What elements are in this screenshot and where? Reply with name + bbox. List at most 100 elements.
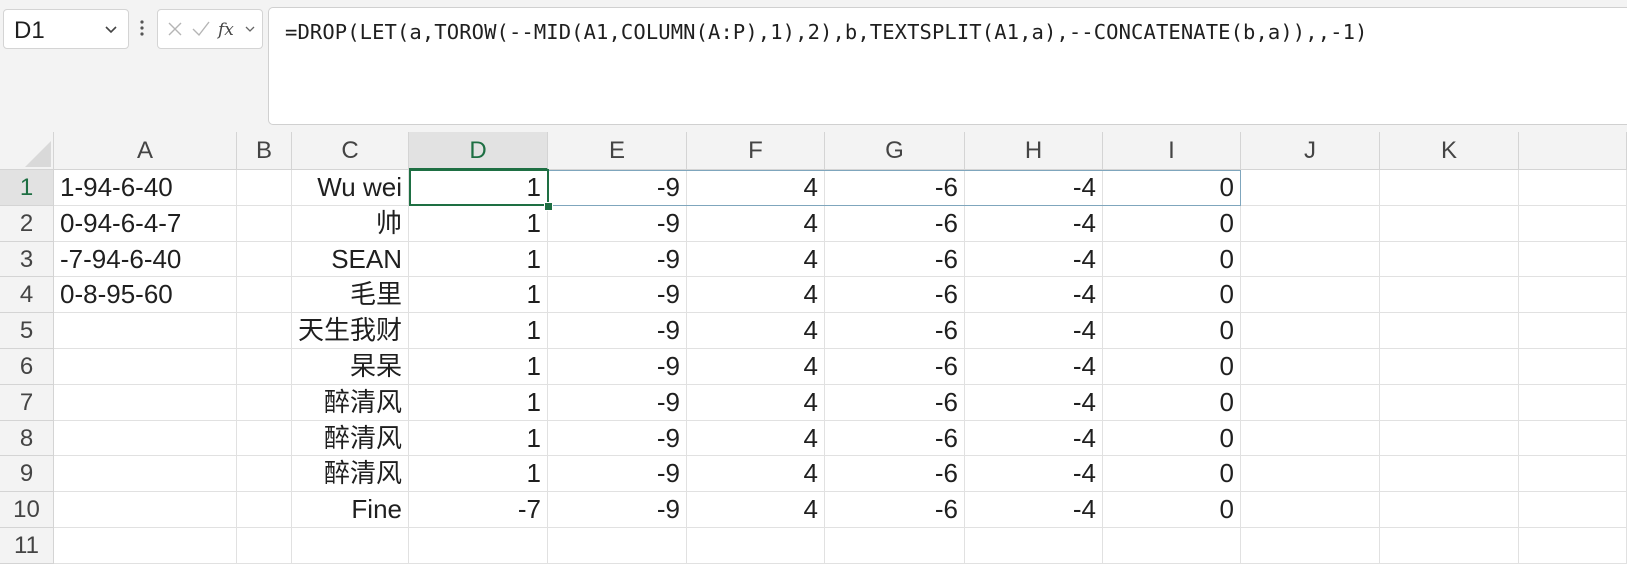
formula-input[interactable]: =DROP(LET(a,TOROW(--MID(A1,COLUMN(A:P),1… xyxy=(268,7,1627,125)
cell-c11[interactable] xyxy=(292,528,409,564)
cell-d2[interactable]: 1 xyxy=(409,205,548,242)
cell-b7[interactable] xyxy=(237,384,292,421)
column-header-a[interactable]: A xyxy=(54,132,237,170)
cell-h8[interactable]: -4 xyxy=(965,420,1103,457)
cell-f3[interactable]: 4 xyxy=(687,241,825,278)
cell-h10[interactable]: -4 xyxy=(965,492,1103,528)
cell-c10[interactable]: Fine xyxy=(292,492,409,528)
column-header-i[interactable]: I xyxy=(1103,132,1241,170)
cell-f5[interactable]: 4 xyxy=(687,313,825,349)
cell-filler[interactable] xyxy=(1519,313,1627,349)
cell-c8[interactable]: 醉清风 xyxy=(292,420,409,457)
cell-g5[interactable]: -6 xyxy=(825,313,965,349)
fill-handle[interactable] xyxy=(544,201,553,211)
cell-j5[interactable] xyxy=(1241,313,1380,349)
cell-f10[interactable]: 4 xyxy=(687,492,825,528)
cell-h1[interactable]: -4 xyxy=(965,170,1103,206)
row-header-11[interactable]: 11 xyxy=(0,528,54,564)
cell-filler[interactable] xyxy=(1519,492,1627,528)
cell-h11[interactable] xyxy=(965,528,1103,564)
cell-a9[interactable] xyxy=(54,456,237,493)
cell-a7[interactable] xyxy=(54,384,237,421)
cell-a10[interactable] xyxy=(54,492,237,528)
close-icon[interactable] xyxy=(164,18,186,40)
cell-e5[interactable]: -9 xyxy=(548,313,687,349)
column-header-e[interactable]: E xyxy=(548,132,687,170)
cell-c2[interactable]: 帅 xyxy=(292,205,409,242)
cell-filler[interactable] xyxy=(1519,170,1627,206)
cell-j9[interactable] xyxy=(1241,456,1380,493)
cell-filler[interactable] xyxy=(1519,349,1627,385)
cell-b1[interactable] xyxy=(237,170,292,206)
cell-c3[interactable]: SEAN xyxy=(292,241,409,278)
row-header-2[interactable]: 2 xyxy=(0,205,54,242)
column-header-g[interactable]: G xyxy=(825,132,965,170)
cell-f11[interactable] xyxy=(687,528,825,564)
cell-g4[interactable]: -6 xyxy=(825,277,965,314)
cell-filler[interactable] xyxy=(1519,205,1627,242)
cell-d8[interactable]: 1 xyxy=(409,420,548,457)
cell-d1[interactable]: 1 xyxy=(409,170,548,206)
cell-e4[interactable]: -9 xyxy=(548,277,687,314)
cell-h3[interactable]: -4 xyxy=(965,241,1103,278)
cell-g9[interactable]: -6 xyxy=(825,456,965,493)
cell-a2[interactable]: 0-94-6-4-7 xyxy=(54,205,237,242)
cell-i10[interactable]: 0 xyxy=(1103,492,1241,528)
vertical-dots-icon[interactable] xyxy=(138,14,146,42)
cell-filler[interactable] xyxy=(1519,420,1627,457)
row-header-3[interactable]: 3 xyxy=(0,241,54,278)
check-icon[interactable] xyxy=(190,18,212,40)
cell-e6[interactable]: -9 xyxy=(548,349,687,385)
cell-e2[interactable]: -9 xyxy=(548,205,687,242)
row-header-5[interactable]: 5 xyxy=(0,313,54,349)
cell-c4[interactable]: 毛里 xyxy=(292,277,409,314)
row-header-9[interactable]: 9 xyxy=(0,456,54,493)
cell-b5[interactable] xyxy=(237,313,292,349)
cell-c9[interactable]: 醉清风 xyxy=(292,456,409,493)
cell-a5[interactable] xyxy=(54,313,237,349)
cell-j8[interactable] xyxy=(1241,420,1380,457)
cell-f9[interactable]: 4 xyxy=(687,456,825,493)
select-all-button[interactable] xyxy=(0,132,54,170)
column-header-d[interactable]: D xyxy=(409,132,548,170)
cell-a8[interactable] xyxy=(54,420,237,457)
cell-i7[interactable]: 0 xyxy=(1103,384,1241,421)
row-header-6[interactable]: 6 xyxy=(0,349,54,385)
cell-a4[interactable]: 0-8-95-60 xyxy=(54,277,237,314)
row-header-7[interactable]: 7 xyxy=(0,384,54,421)
cell-h2[interactable]: -4 xyxy=(965,205,1103,242)
cell-a1[interactable]: 1-94-6-40 xyxy=(54,170,237,206)
cell-j4[interactable] xyxy=(1241,277,1380,314)
cell-i2[interactable]: 0 xyxy=(1103,205,1241,242)
cell-filler[interactable] xyxy=(1519,456,1627,493)
cell-d5[interactable]: 1 xyxy=(409,313,548,349)
cell-d3[interactable]: 1 xyxy=(409,241,548,278)
cell-f2[interactable]: 4 xyxy=(687,205,825,242)
cell-f1[interactable]: 4 xyxy=(687,170,825,206)
cell-i9[interactable]: 0 xyxy=(1103,456,1241,493)
cell-h9[interactable]: -4 xyxy=(965,456,1103,493)
row-header-10[interactable]: 10 xyxy=(0,492,54,528)
column-header-j[interactable]: J xyxy=(1241,132,1380,170)
cell-e1[interactable]: -9 xyxy=(548,170,687,206)
cell-k1[interactable] xyxy=(1380,170,1519,206)
cell-i6[interactable]: 0 xyxy=(1103,349,1241,385)
cell-c6[interactable]: 杲杲 xyxy=(292,349,409,385)
cell-j7[interactable] xyxy=(1241,384,1380,421)
cell-c5[interactable]: 天生我财 xyxy=(292,313,409,349)
cell-f4[interactable]: 4 xyxy=(687,277,825,314)
cell-i5[interactable]: 0 xyxy=(1103,313,1241,349)
column-header-c[interactable]: C xyxy=(292,132,409,170)
cell-e11[interactable] xyxy=(548,528,687,564)
cell-f6[interactable]: 4 xyxy=(687,349,825,385)
cell-k10[interactable] xyxy=(1380,492,1519,528)
cell-d6[interactable]: 1 xyxy=(409,349,548,385)
cell-filler[interactable] xyxy=(1519,277,1627,314)
cell-b10[interactable] xyxy=(237,492,292,528)
row-header-1[interactable]: 1 xyxy=(0,170,54,206)
row-header-8[interactable]: 8 xyxy=(0,420,54,457)
cell-b3[interactable] xyxy=(237,241,292,278)
cell-b11[interactable] xyxy=(237,528,292,564)
cell-e9[interactable]: -9 xyxy=(548,456,687,493)
name-box[interactable]: D1 xyxy=(3,9,129,49)
